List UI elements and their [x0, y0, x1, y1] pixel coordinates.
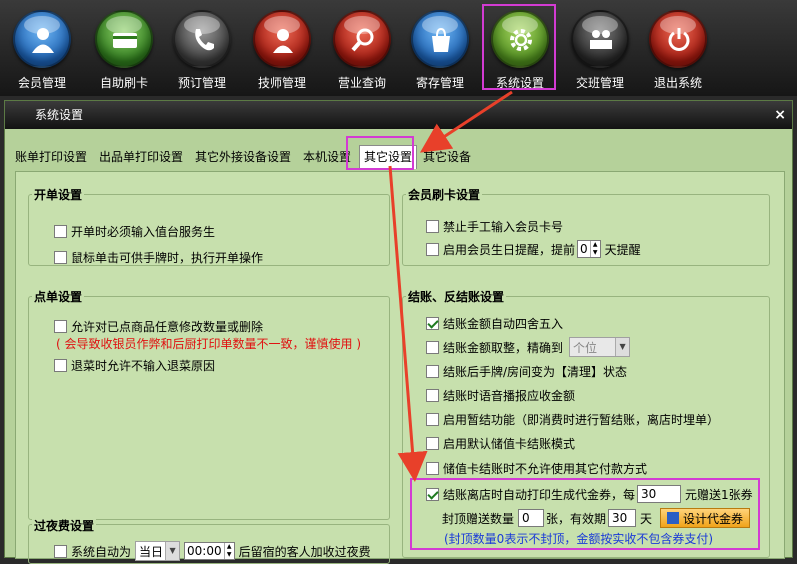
stepper-value: 0 — [580, 242, 588, 256]
member-icon — [32, 28, 54, 53]
coupon-settings-highlight — [410, 478, 760, 550]
stepper-value: 00:00 — [187, 544, 222, 558]
checkbox[interactable] — [426, 317, 439, 330]
precision-select[interactable]: 个位 ▼ — [569, 337, 631, 357]
checkbox[interactable] — [54, 225, 67, 238]
checkbox[interactable] — [426, 242, 439, 256]
checkout-clean-option[interactable]: 结账后手牌/房间变为【清理】状态 — [426, 363, 627, 380]
tab-external-device[interactable]: 其它外接设备设置 — [191, 147, 295, 167]
checkout-round-option[interactable]: 结账金额自动四舍五入 — [426, 315, 563, 332]
toolbar-label: 技师管理 — [257, 76, 306, 90]
open-bill-click-option[interactable]: 鼠标单击可供手牌时，执行开单操作 — [54, 249, 263, 266]
order-title: 点单设置 — [32, 288, 85, 305]
toolbar-label: 自助刷卡 — [99, 76, 148, 90]
option-label: 退菜时允许不输入退菜原因 — [71, 359, 216, 373]
checkbox[interactable] — [426, 437, 439, 450]
option-label: 结账时语音播报应收金额 — [443, 389, 576, 403]
overnight-auto-option[interactable]: 系统自动为 当日 ▼ 00:00 ▲ ▼ 后留宿的客人加收过夜费 — [54, 541, 371, 561]
overnight-time-stepper[interactable]: 00:00 ▲ ▼ — [184, 542, 235, 560]
toolbar-reservation[interactable]: 预订管理 — [166, 6, 238, 90]
power-icon — [668, 28, 690, 51]
toolbar-label: 退出系统 — [653, 76, 702, 90]
refund-reason-option[interactable]: 退菜时允许不输入退菜原因 — [54, 357, 215, 374]
option-label: 结账金额取整，精确到 — [443, 340, 564, 355]
allow-modify-option[interactable]: 允许对已点商品任意修改数量或删除 — [54, 318, 263, 335]
toolbar-exit[interactable]: 退出系统 — [642, 6, 714, 90]
option-label: 结账后手牌/房间变为【清理】状态 — [443, 365, 628, 379]
checkout-stored-card-option[interactable]: 启用默认储值卡结账模式 — [426, 435, 575, 452]
birthday-days-stepper[interactable]: 0 ▲ ▼ — [577, 240, 601, 258]
bag-icon — [432, 27, 450, 52]
toolbar-label: 交班管理 — [575, 76, 624, 90]
option-label: 允许对已点商品任意修改数量或删除 — [71, 320, 264, 334]
checkbox[interactable] — [426, 220, 439, 233]
checkbox[interactable] — [426, 389, 439, 402]
toolbar-self-card[interactable]: 自助刷卡 — [88, 6, 160, 90]
checkbox[interactable] — [54, 359, 67, 372]
option-label: 启用暂结功能（即消费时进行暂结账，离店时埋单） — [443, 413, 720, 427]
chevron-down-icon[interactable]: ▼ — [165, 542, 180, 560]
toolbar-member-management[interactable]: 会员管理 — [6, 6, 78, 90]
search-icon — [351, 28, 374, 52]
close-icon[interactable]: × — [774, 101, 786, 129]
option-label: 储值卡结账时不允许使用其它付款方式 — [443, 462, 648, 476]
checkbox[interactable] — [54, 544, 67, 558]
checkout-no-other-pay-option[interactable]: 储值卡结账时不允许使用其它付款方式 — [426, 460, 647, 477]
card-icon — [113, 33, 137, 48]
dialog-titlebar: 系统设置 × — [5, 101, 792, 129]
checkout-integer-option[interactable]: 结账金额取整，精确到 个位 ▼ — [426, 337, 631, 357]
technician-icon — [273, 29, 293, 53]
select-value: 当日 — [139, 544, 164, 559]
tab-other-device[interactable]: 其它设备 — [419, 147, 475, 167]
open-bill-waiter-option[interactable]: 开单时必须输入值台服务生 — [54, 223, 215, 240]
checkout-voice-option[interactable]: 结账时语音播报应收金额 — [426, 387, 575, 404]
option-label: 开单时必须输入值台服务生 — [71, 225, 216, 239]
checkbox[interactable] — [426, 340, 439, 354]
chevron-down-icon[interactable]: ▼ — [615, 338, 630, 356]
option-label: 启用会员生日提醒，提前 — [443, 242, 576, 257]
toolbar-label: 预订管理 — [177, 76, 226, 90]
open-bill-title: 开单设置 — [32, 186, 85, 203]
checkbox[interactable] — [54, 251, 67, 264]
toolbar-handover[interactable]: 交班管理 — [564, 6, 636, 90]
toolbar-storage[interactable]: 寄存管理 — [404, 6, 476, 90]
checkbox[interactable] — [426, 413, 439, 426]
toolbar-technician[interactable]: 技师管理 — [246, 6, 318, 90]
option-label: 结账金额自动四舍五入 — [443, 317, 564, 331]
handover-icon — [590, 30, 612, 49]
member-card-title: 会员刷卡设置 — [406, 186, 483, 203]
overnight-day-select[interactable]: 当日 ▼ — [135, 541, 181, 561]
main-toolbar: 会员管理 自助刷卡 预订管理 技师管理 营业查询 寄存管理 系统设置 交班管理 … — [0, 0, 797, 96]
checkbox[interactable] — [426, 462, 439, 475]
tab-bill-print[interactable]: 账单打印设置 — [11, 147, 91, 167]
stepper-arrows-icon[interactable]: ▲ ▼ — [589, 241, 600, 257]
checkbox[interactable] — [54, 320, 67, 333]
overnight-title: 过夜费设置 — [32, 517, 97, 534]
option-label: 后留宿的客人加收过夜费 — [238, 544, 371, 559]
birthday-reminder-option[interactable]: 启用会员生日提醒，提前 0 ▲ ▼ 天提醒 — [426, 240, 641, 258]
toolbar-label: 会员管理 — [17, 76, 66, 90]
toolbar-label: 寄存管理 — [415, 76, 464, 90]
checkout-title: 结账、反结账设置 — [406, 288, 507, 305]
disable-manual-card-option[interactable]: 禁止手工输入会员卡号 — [426, 218, 563, 235]
tab-dish-print[interactable]: 出品单打印设置 — [95, 147, 187, 167]
other-settings-tab-highlight — [346, 136, 414, 170]
select-value: 个位 — [573, 340, 598, 355]
dialog-title: 系统设置 — [35, 108, 84, 122]
option-label: 禁止手工输入会员卡号 — [443, 220, 564, 234]
system-settings-highlight — [482, 4, 556, 90]
order-warning: ( 会导致收银员作弊和后厨打印单数量不一致，谨慎使用 ) — [56, 337, 361, 351]
stepper-arrows-icon[interactable]: ▲ ▼ — [223, 543, 234, 559]
checkout-temporary-option[interactable]: 启用暂结功能（即消费时进行暂结账，离店时埋单） — [426, 411, 719, 428]
option-label: 系统自动为 — [71, 544, 132, 559]
option-label: 天提醒 — [604, 242, 641, 257]
option-label: 启用默认储值卡结账模式 — [443, 437, 576, 451]
phone-icon — [195, 29, 214, 51]
option-label: 鼠标单击可供手牌时，执行开单操作 — [71, 251, 264, 265]
toolbar-business-query[interactable]: 营业查询 — [326, 6, 398, 90]
toolbar-label: 营业查询 — [337, 76, 386, 90]
checkbox[interactable] — [426, 365, 439, 378]
